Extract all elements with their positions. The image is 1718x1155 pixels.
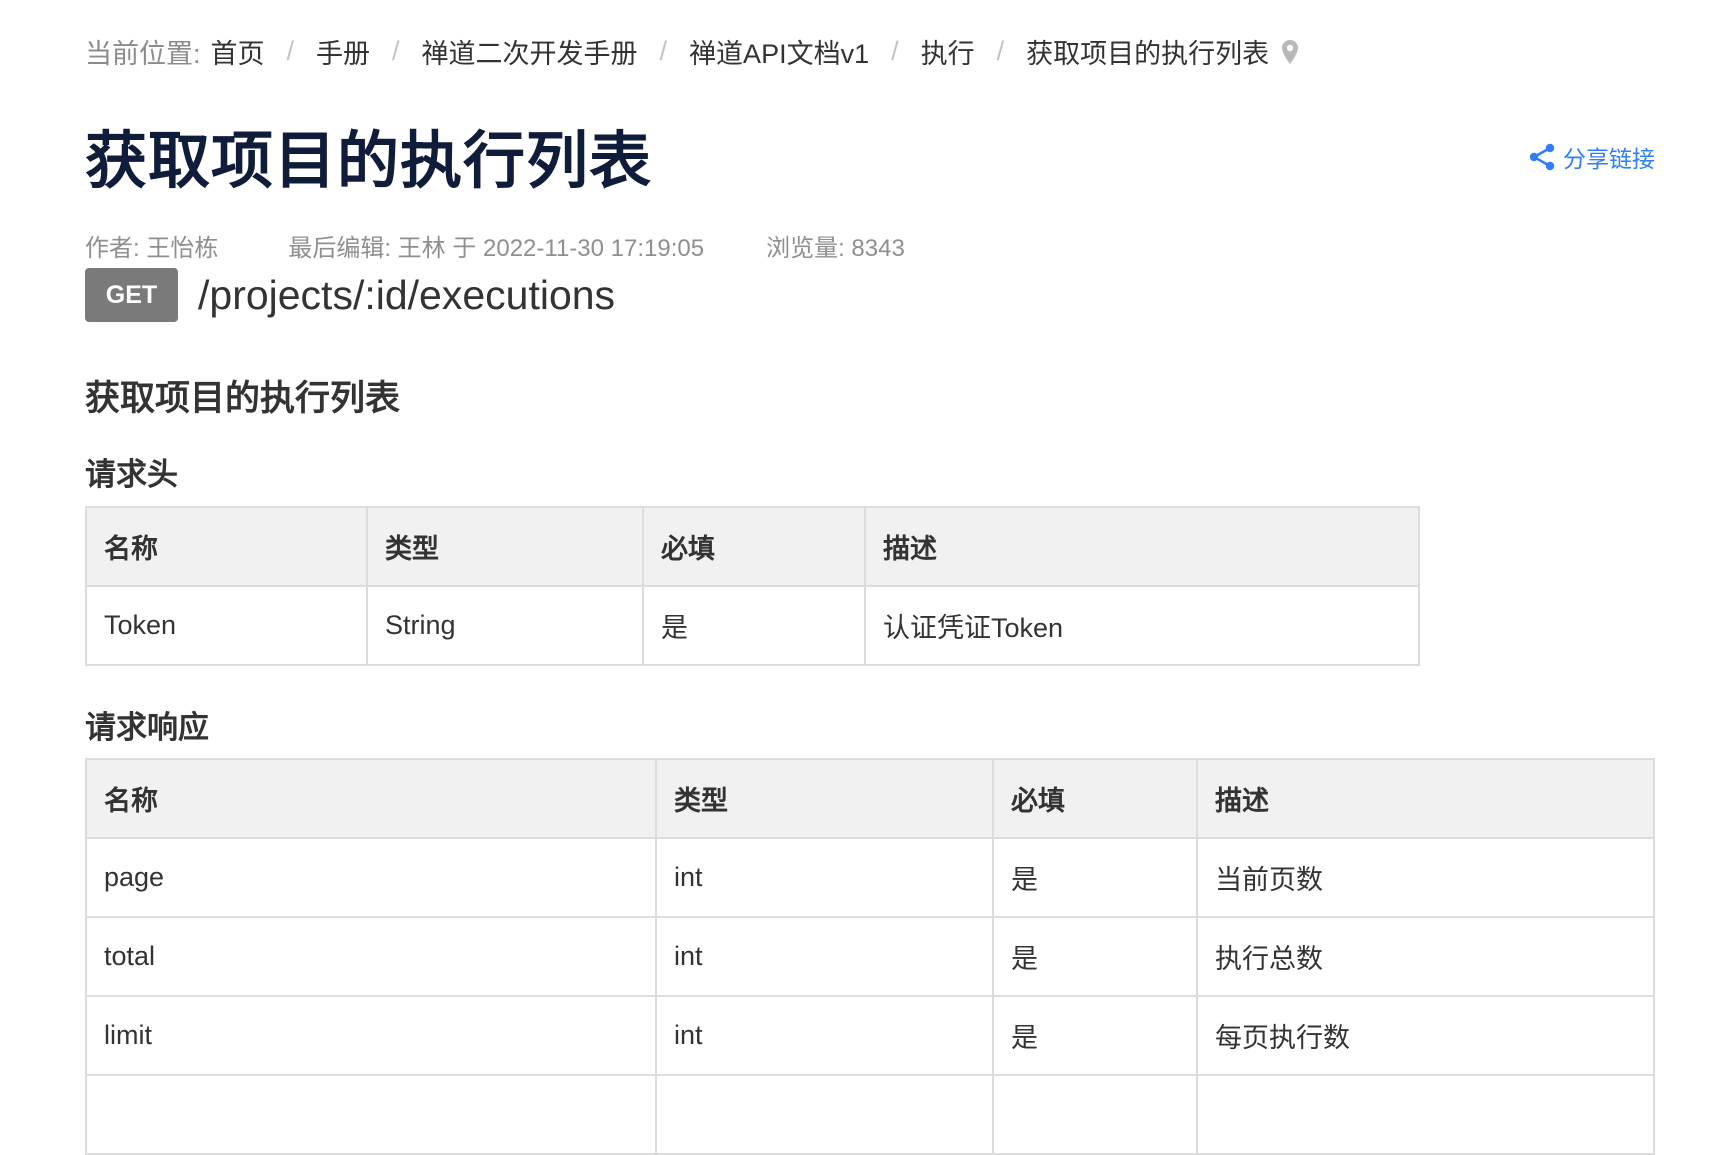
- cell-name: page: [85, 837, 657, 918]
- cell-description: 当前页数: [1196, 837, 1655, 918]
- breadcrumb-separator: /: [891, 36, 899, 66]
- breadcrumb-separator: /: [996, 36, 1005, 66]
- api-path: /projects/:id/executions: [198, 271, 616, 318]
- breadcrumb-manual[interactable]: 手册: [316, 32, 370, 71]
- share-link-label: 分享链接: [1563, 146, 1655, 172]
- breadcrumb-separator: /: [286, 36, 295, 66]
- table-row: page int 是 当前页数: [85, 837, 1655, 918]
- cell-description: 认证凭证Token: [864, 585, 1420, 666]
- column-header-required: 必填: [992, 758, 1198, 839]
- breadcrumb-separator: /: [392, 36, 400, 66]
- cell-required: 是: [642, 585, 866, 666]
- cell-type: int: [655, 837, 994, 918]
- page-title: 获取项目的执行列表: [85, 127, 653, 196]
- column-header-description: 描述: [864, 506, 1420, 587]
- api-endpoint: GET /projects/:id/executions: [85, 268, 615, 322]
- cell-description: 执行总数: [1196, 916, 1655, 997]
- cell-description: 每页执行数: [1196, 995, 1655, 1076]
- request-headers-heading: 请求头: [85, 457, 178, 492]
- column-header-type: 类型: [655, 758, 994, 839]
- cell-required: 是: [992, 995, 1198, 1076]
- share-link-button[interactable]: 分享链接: [1527, 140, 1655, 174]
- http-method-badge: GET: [85, 268, 178, 322]
- cell-description: [1196, 1074, 1655, 1155]
- cell-name: limit: [85, 995, 657, 1076]
- meta-author: 作者: 王怡栋: [85, 235, 219, 262]
- table-header-row: 名称 类型 必填 描述: [85, 506, 1420, 587]
- cell-type: String: [366, 585, 644, 666]
- column-header-description: 描述: [1196, 758, 1655, 839]
- breadcrumb-separator: /: [659, 36, 668, 66]
- table-row: limit int 是 每页执行数: [85, 995, 1655, 1076]
- column-header-name: 名称: [85, 758, 657, 839]
- doc-meta: 作者: 王怡栋 最后编辑: 王林 于 2022-11-30 17:19:05 浏…: [85, 228, 975, 263]
- api-description: 获取项目的执行列表: [85, 379, 401, 418]
- cell-type: int: [655, 916, 994, 997]
- table-row: total int 是 执行总数: [85, 916, 1655, 997]
- cell-name: Token: [85, 585, 368, 666]
- cell-type: [655, 1074, 994, 1155]
- breadcrumb-dev-manual[interactable]: 禅道二次开发手册: [422, 32, 638, 71]
- meta-last-edit: 最后编辑: 王林 于 2022-11-30 17:19:05: [288, 235, 705, 262]
- response-table: 名称 类型 必填 描述 page int 是 当前页数 total int 是 …: [85, 758, 1655, 1155]
- share-icon: [1529, 143, 1555, 171]
- cell-type: int: [655, 995, 994, 1076]
- table-header-row: 名称 类型 必填 描述: [85, 758, 1655, 839]
- column-header-name: 名称: [85, 506, 368, 587]
- response-heading: 请求响应: [85, 710, 209, 745]
- request-headers-table: 名称 类型 必填 描述 Token String 是 认证凭证Token: [85, 506, 1420, 666]
- location-pin-icon: [1281, 39, 1299, 65]
- cell-name: total: [85, 916, 657, 997]
- table-row: Token String 是 认证凭证Token: [85, 585, 1420, 666]
- breadcrumb-prefix: 当前位置:: [85, 39, 201, 69]
- breadcrumb-api-doc[interactable]: 禅道API文档v1: [689, 32, 869, 71]
- cell-name: [85, 1074, 657, 1155]
- column-header-required: 必填: [642, 506, 866, 587]
- breadcrumb-execution[interactable]: 执行: [921, 32, 975, 71]
- breadcrumb-home[interactable]: 首页: [211, 32, 265, 71]
- meta-views: 浏览量: 8343: [766, 235, 905, 262]
- column-header-type: 类型: [366, 506, 644, 587]
- breadcrumb: 当前位置: 首页 / 手册 / 禅道二次开发手册 / 禅道API文档v1 / 执…: [85, 32, 1299, 71]
- breadcrumb-current: 获取项目的执行列表: [1026, 39, 1270, 69]
- table-row: [85, 1074, 1655, 1155]
- cell-required: 是: [992, 916, 1198, 997]
- cell-required: [992, 1074, 1198, 1155]
- cell-required: 是: [992, 837, 1198, 918]
